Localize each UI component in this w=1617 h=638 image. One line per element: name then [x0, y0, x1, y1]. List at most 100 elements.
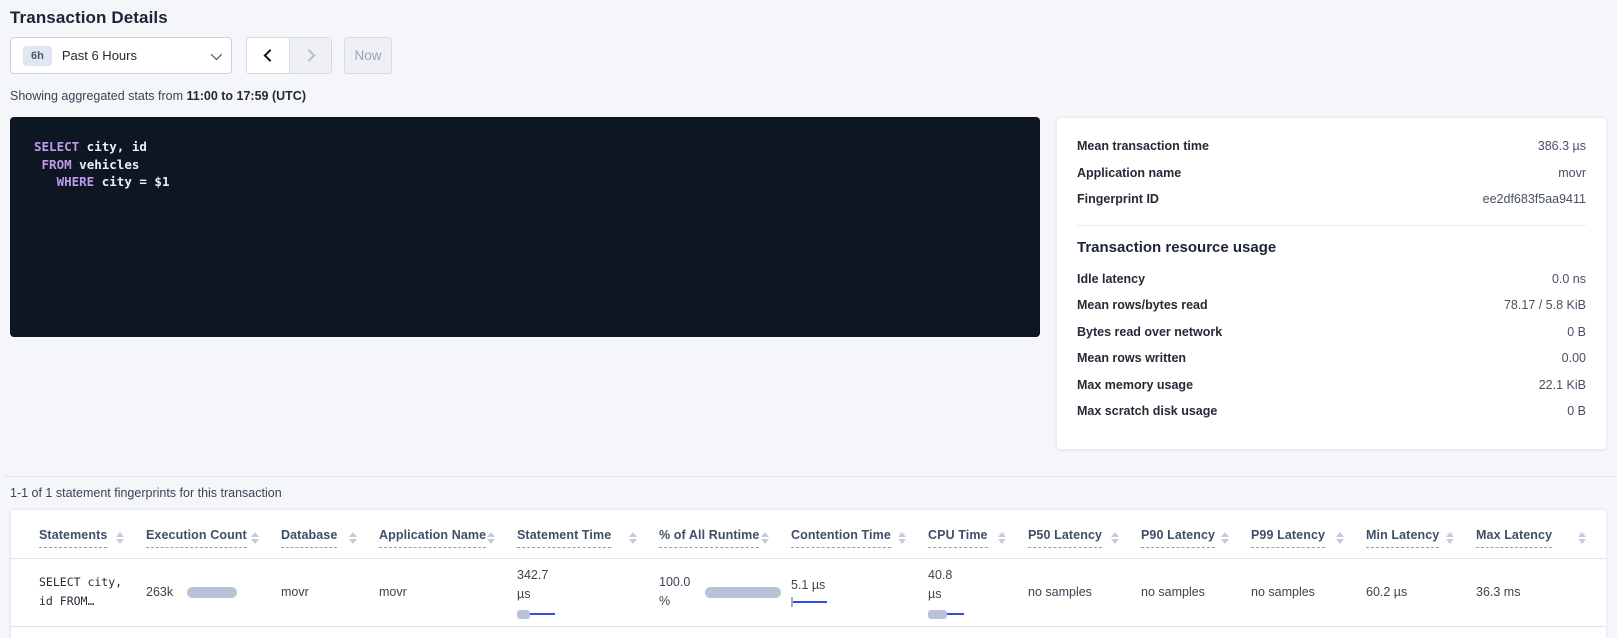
- resource-value: 0.00: [1562, 351, 1586, 365]
- pct-runtime-bar: [705, 587, 781, 598]
- statements-table: Statements Execution Count Database Appl…: [11, 510, 1607, 627]
- cell-statement-time: 342.7 µs: [517, 558, 659, 626]
- col-header-cpu-time[interactable]: CPU Time: [928, 510, 1028, 559]
- prev-time-button[interactable]: [247, 38, 289, 73]
- statement-row: SELECT city, id FROM… 263k movr movr 342…: [11, 558, 1607, 626]
- resource-value: 0 B: [1567, 404, 1586, 418]
- cell-pct-runtime: 100.0 %: [659, 558, 791, 626]
- time-controls: 6h Past 6 Hours Now: [10, 37, 1607, 74]
- sql-statement-box: SELECT city, id FROM vehicles WHERE city…: [10, 117, 1040, 337]
- sort-icon[interactable]: [1578, 532, 1586, 544]
- cell-p99-latency: no samples: [1251, 558, 1366, 626]
- col-header-p50-latency[interactable]: P50 Latency: [1028, 510, 1141, 559]
- col-header-statements[interactable]: Statements: [11, 510, 146, 559]
- col-header-p90-latency[interactable]: P90 Latency: [1141, 510, 1251, 559]
- next-time-button[interactable]: [289, 38, 331, 73]
- top-content-row: SELECT city, id FROM vehicles WHERE city…: [10, 117, 1607, 450]
- col-header-application-name[interactable]: Application Name: [379, 510, 517, 559]
- time-range-label: Past 6 Hours: [62, 48, 211, 63]
- resource-value: 0 B: [1567, 325, 1586, 339]
- cell-contention-time: 5.1 µs: [791, 558, 928, 626]
- cell-application-name: movr: [379, 558, 517, 626]
- execution-count-bar: [187, 587, 237, 598]
- sort-icon[interactable]: [349, 532, 357, 544]
- statement-link[interactable]: SELECT city, id FROM…: [39, 573, 122, 611]
- resource-value: 0.0 ns: [1552, 272, 1586, 286]
- statements-table-card: Statements Execution Count Database Appl…: [10, 509, 1607, 638]
- contention-time-bar: [791, 597, 831, 607]
- resource-label: Bytes read over network: [1077, 325, 1222, 339]
- cell-cpu-time: 40.8 µs: [928, 558, 1028, 626]
- resource-row: Bytes read over network 0 B: [1077, 319, 1586, 346]
- resource-value: 22.1 KiB: [1539, 378, 1586, 392]
- chevron-down-icon: [211, 48, 222, 59]
- resource-row: Mean rows written 0.00: [1077, 345, 1586, 372]
- summary-divider: [1077, 225, 1586, 226]
- table-header-row: Statements Execution Count Database Appl…: [11, 510, 1607, 559]
- stats-prefix: Showing aggregated stats from: [10, 89, 187, 103]
- col-header-pct-runtime[interactable]: % of All Runtime: [659, 510, 791, 559]
- col-header-max-latency[interactable]: Max Latency: [1476, 510, 1607, 559]
- resource-row: Mean rows/bytes read 78.17 / 5.8 KiB: [1077, 292, 1586, 319]
- sort-icon[interactable]: [898, 532, 906, 544]
- col-header-min-latency[interactable]: Min Latency: [1366, 510, 1476, 559]
- transaction-details-page: Transaction Details 6h Past 6 Hours Now …: [0, 0, 1617, 638]
- resource-label: Mean rows/bytes read: [1077, 298, 1208, 312]
- summary-value: 386.3 µs: [1538, 139, 1586, 153]
- summary-value: movr: [1558, 166, 1586, 180]
- sort-icon[interactable]: [487, 532, 495, 544]
- cell-execution-count: 263k: [146, 558, 281, 626]
- transaction-summary-card: Mean transaction time 386.3 µs Applicati…: [1056, 117, 1607, 450]
- cell-database: movr: [281, 558, 379, 626]
- summary-row: Fingerprint ID ee2df683f5aa9411: [1077, 186, 1586, 213]
- resource-label: Max memory usage: [1077, 378, 1193, 392]
- stats-range: 11:00 to 17:59 (UTC): [187, 89, 306, 103]
- col-header-statement-time[interactable]: Statement Time: [517, 510, 659, 559]
- sort-icon[interactable]: [1336, 532, 1344, 544]
- summary-value: ee2df683f5aa9411: [1483, 192, 1586, 206]
- sort-icon[interactable]: [629, 532, 637, 544]
- time-range-select[interactable]: 6h Past 6 Hours: [10, 37, 232, 74]
- chevron-right-icon: [303, 49, 316, 62]
- sort-icon[interactable]: [761, 532, 769, 544]
- aggregated-stats-caption: Showing aggregated stats from 11:00 to 1…: [10, 89, 1607, 103]
- col-header-p99-latency[interactable]: P99 Latency: [1251, 510, 1366, 559]
- cell-min-latency: 60.2 µs: [1366, 558, 1476, 626]
- chevron-left-icon: [263, 49, 276, 62]
- page-title: Transaction Details: [10, 8, 1607, 28]
- col-header-contention-time[interactable]: Contention Time: [791, 510, 928, 559]
- sort-icon[interactable]: [116, 532, 124, 544]
- time-range-badge: 6h: [23, 46, 52, 66]
- cell-p50-latency: no samples: [1028, 558, 1141, 626]
- time-step-buttons: [246, 37, 332, 74]
- cpu-time-bar: [928, 609, 968, 619]
- resource-row: Idle latency 0.0 ns: [1077, 266, 1586, 293]
- fingerprints-caption: 1-1 of 1 statement fingerprints for this…: [10, 486, 1607, 500]
- sort-icon[interactable]: [1446, 532, 1454, 544]
- summary-label: Mean transaction time: [1077, 139, 1209, 153]
- summary-label: Application name: [1077, 166, 1181, 180]
- resource-label: Idle latency: [1077, 272, 1145, 286]
- resource-label: Mean rows written: [1077, 351, 1186, 365]
- resource-row: Max memory usage 22.1 KiB: [1077, 372, 1586, 399]
- resource-label: Max scratch disk usage: [1077, 404, 1217, 418]
- summary-row: Mean transaction time 386.3 µs: [1077, 133, 1586, 160]
- summary-label: Fingerprint ID: [1077, 192, 1159, 206]
- sort-icon[interactable]: [251, 532, 259, 544]
- summary-row: Application name movr: [1077, 160, 1586, 187]
- col-header-execution-count[interactable]: Execution Count: [146, 510, 281, 559]
- sql-statement-text: SELECT city, id FROM vehicles WHERE city…: [34, 138, 1016, 191]
- sort-icon[interactable]: [1221, 532, 1229, 544]
- resource-row: Max scratch disk usage 0 B: [1077, 398, 1586, 425]
- now-button[interactable]: Now: [344, 37, 392, 74]
- sort-icon[interactable]: [1111, 532, 1119, 544]
- statement-time-bar: [517, 609, 567, 619]
- cell-p90-latency: no samples: [1141, 558, 1251, 626]
- cell-statement: SELECT city, id FROM…: [11, 558, 146, 626]
- cell-max-latency: 36.3 ms: [1476, 558, 1607, 626]
- section-divider: [3, 476, 1617, 477]
- col-header-database[interactable]: Database: [281, 510, 379, 559]
- sort-icon[interactable]: [998, 532, 1006, 544]
- resource-value: 78.17 / 5.8 KiB: [1504, 298, 1586, 312]
- resource-usage-heading: Transaction resource usage: [1077, 239, 1586, 256]
